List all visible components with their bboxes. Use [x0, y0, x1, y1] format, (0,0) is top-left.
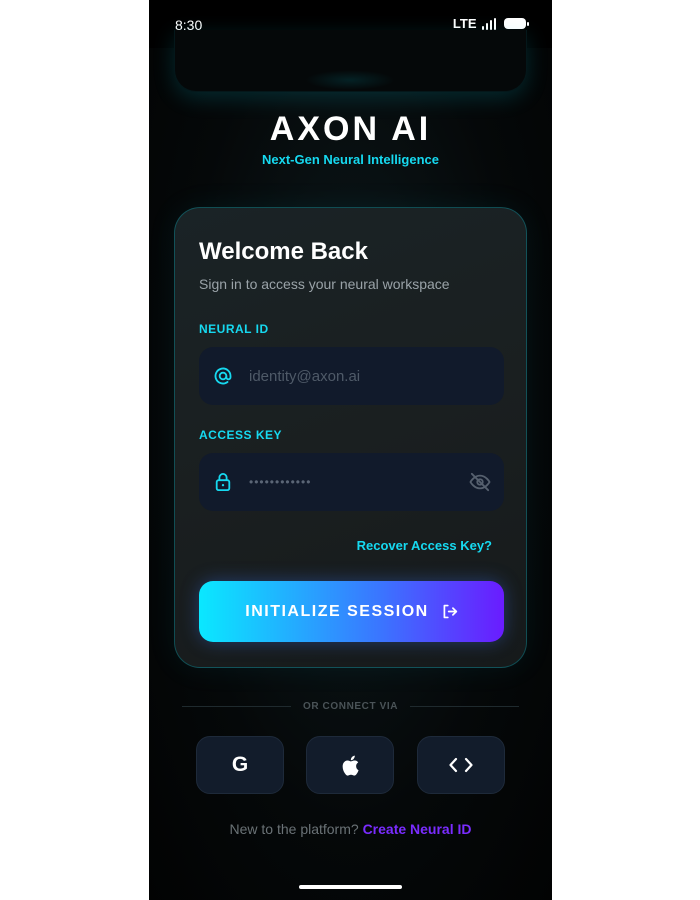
status-indicators: LTE — [452, 16, 529, 31]
phone-screen: 8:30 LTE AXON AI Next-Gen Neural Intelli… — [149, 0, 552, 900]
at-sign-icon — [211, 366, 235, 386]
signal-icon — [481, 17, 496, 30]
login-card: Welcome Back Sign in to access your neur… — [174, 207, 527, 668]
initialize-session-label: INITIALIZE SESSION — [245, 602, 429, 620]
welcome-title: Welcome Back — [199, 238, 368, 265]
access-key-value: •••••••••••• — [249, 475, 312, 489]
access-key-label: ACCESS KEY — [199, 428, 283, 442]
divider-line-right — [410, 705, 520, 707]
google-icon: G — [231, 753, 249, 776]
divider-text: OR CONNECT VIA — [302, 700, 399, 712]
signup-prefix: New to the platform? — [229, 821, 359, 837]
neural-id-field[interactable]: identity@axon.ai — [199, 347, 504, 405]
code-icon — [449, 757, 473, 773]
login-arrow-icon — [441, 603, 458, 620]
create-neural-id-link[interactable]: Create Neural ID — [363, 821, 472, 837]
network-type: LTE — [452, 16, 477, 31]
signup-row: New to the platform? Create Neural ID — [149, 821, 552, 837]
divider-line-left — [182, 705, 291, 707]
neural-id-label: NEURAL ID — [199, 322, 269, 336]
initialize-session-button[interactable]: INITIALIZE SESSION — [199, 581, 504, 642]
eye-off-icon[interactable] — [468, 472, 492, 492]
glow-accent — [305, 70, 395, 90]
neural-id-placeholder: identity@axon.ai — [249, 367, 361, 385]
header-glow-card — [174, 30, 527, 92]
brand-subtitle: Next-Gen Neural Intelligence — [262, 152, 439, 167]
welcome-subtitle: Sign in to access your neural workspace — [199, 276, 450, 292]
access-key-field[interactable]: •••••••••••• — [199, 453, 504, 511]
social-divider: OR CONNECT VIA — [182, 699, 520, 713]
lock-icon — [211, 472, 235, 492]
code-signin-button[interactable] — [417, 736, 505, 794]
home-indicator[interactable] — [299, 885, 402, 889]
google-signin-button[interactable]: G — [196, 736, 284, 794]
recover-access-key-link[interactable]: Recover Access Key? — [357, 538, 492, 553]
brand-title: AXON AI — [269, 110, 432, 148]
apple-signin-button[interactable] — [306, 736, 394, 794]
apple-icon — [340, 754, 360, 777]
battery-icon — [504, 18, 529, 29]
